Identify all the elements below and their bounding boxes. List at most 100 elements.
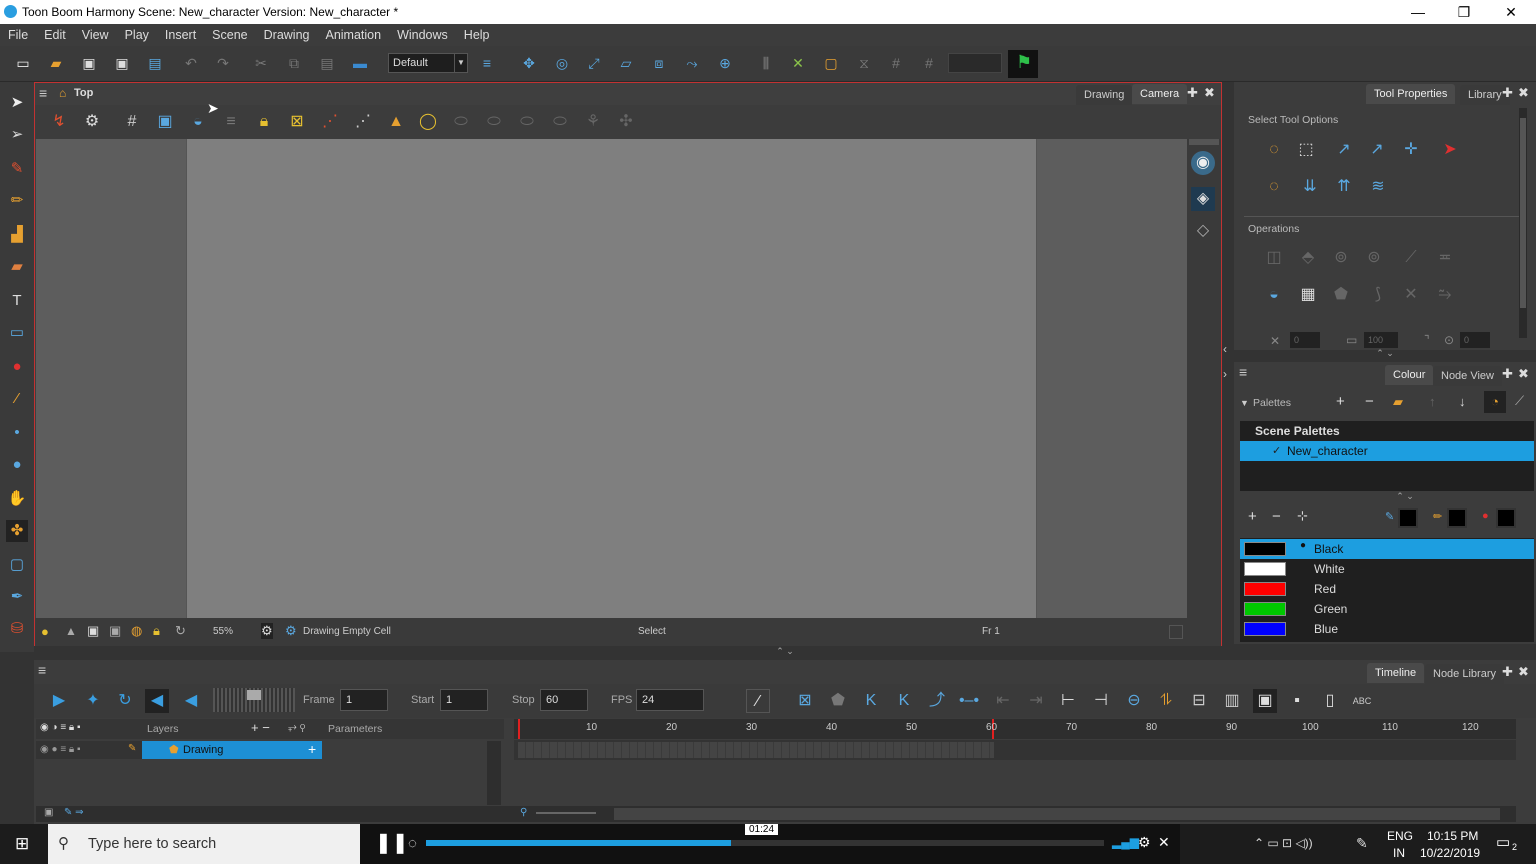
reset-view-icon[interactable]: ▲ (65, 624, 77, 638)
send-backward-icon[interactable]: ⇈ (1332, 175, 1356, 199)
import-icon[interactable]: ▤ (144, 52, 166, 74)
abc-icon[interactable]: ABC (1350, 689, 1374, 713)
distribute-icon[interactable]: ◒ (1262, 283, 1286, 307)
add-view-icon[interactable]: ✚ (1187, 85, 1198, 101)
text-tool-icon[interactable]: T (6, 290, 28, 312)
scale-icon[interactable]: ⤢ (583, 52, 605, 74)
snap-grid-icon[interactable]: # (918, 52, 940, 74)
palette-item[interactable]: ✓ New_character (1240, 441, 1534, 461)
palette-options-icon[interactable]: ⟋ (1515, 393, 1524, 409)
layer-toggles[interactable]: ◉ ● ≡ 🔒︎ ▪ ✎ (36, 741, 142, 759)
pencil-tool-icon[interactable]: ✏ (6, 190, 28, 212)
pen-tray-icon[interactable]: ✎ (1356, 835, 1368, 852)
pencil-color-icon[interactable]: ✏ (1433, 510, 1442, 523)
palette-folder-icon[interactable]: ▰ (1393, 394, 1403, 410)
select-by-color-icon[interactable]: ➤ (1438, 138, 1462, 162)
settings-gear-icon[interactable]: ⚙ (80, 110, 104, 134)
flip-horizontal-icon[interactable]: ◫ (1262, 246, 1286, 270)
frame-field[interactable]: 1 (340, 689, 388, 711)
ease-icon[interactable]: ⊠ (793, 689, 817, 713)
lasso-icon[interactable]: ◌ (1262, 138, 1286, 162)
windows-start-icon[interactable]: ⊞ (15, 834, 29, 854)
snap-grid-option-icon[interactable]: ✛ (1399, 138, 1423, 162)
grid-icon[interactable]: # (885, 52, 907, 74)
contour-editor-icon[interactable]: ➢ (6, 124, 28, 146)
status-square-icon[interactable] (1169, 625, 1183, 639)
add-texture-icon[interactable]: ⊹ (1297, 508, 1308, 524)
language[interactable]: ENG (1387, 829, 1413, 843)
add-panel-icon[interactable]: ✚ (1502, 85, 1513, 101)
animate-tool-icon[interactable]: ✤ (6, 520, 28, 542)
taskbar-search[interactable]: ⚲ Type here to search (48, 824, 360, 864)
layers-icon[interactable]: ◈ (1191, 187, 1215, 211)
layer-drawing[interactable]: ⬟ Drawing + (142, 741, 322, 759)
layer-options-icon[interactable]: ⥅ ⚲ (288, 721, 305, 734)
flatten-icon[interactable]: ≋ (1366, 175, 1390, 199)
select-tool-icon[interactable]: ➤ (6, 92, 28, 114)
rotate-cw-icon[interactable]: ⊚ (1362, 246, 1386, 270)
tab-tool-properties[interactable]: Tool Properties (1366, 84, 1456, 104)
clock-date[interactable]: 10/22/2019 (1420, 846, 1480, 860)
stop-field[interactable]: 60 (540, 689, 588, 711)
paint-tool-icon[interactable]: ● (6, 356, 28, 378)
tab-drawing[interactable]: Drawing (1076, 85, 1133, 105)
transform-icon[interactable]: ✥ (518, 52, 540, 74)
stamp-tool-icon[interactable]: ▟ (6, 224, 28, 246)
rotation-icon[interactable]: ⊙ (1444, 333, 1454, 347)
stop-motion-icon[interactable]: •–• (957, 689, 981, 713)
splitter-arrows-icon[interactable]: ⌃ ⌄ (1360, 348, 1410, 360)
play-selection-icon[interactable]: ✦ (81, 689, 105, 713)
flag-icon[interactable]: ⚑ (1008, 50, 1038, 78)
permanent-selection-icon[interactable]: ◌ (1262, 175, 1286, 199)
color-row[interactable]: ● Black (1240, 539, 1534, 559)
menu-windows[interactable]: Windows (389, 24, 456, 42)
square-icon[interactable]: ▭ (1346, 333, 1357, 347)
corner-icon[interactable]: ⌝ (1424, 333, 1430, 347)
menu-scene[interactable]: Scene (204, 24, 255, 42)
rotate-icon[interactable]: ◎ (551, 52, 573, 74)
video-progress-track[interactable] (426, 840, 1104, 846)
deform-icon[interactable]: ✕ (787, 52, 809, 74)
lightbulb-icon[interactable]: ● (41, 624, 49, 639)
restore-button[interactable]: ❐ (1449, 2, 1479, 22)
settings-gear-icon[interactable]: ⚙ (1138, 834, 1151, 851)
clock-time[interactable]: 10:15 PM (1427, 829, 1478, 843)
menu-edit[interactable]: Edit (36, 24, 74, 42)
new-scene-icon[interactable]: ▭ (12, 52, 34, 74)
delete-frame-icon[interactable]: ⊣ (1089, 689, 1113, 713)
fill-color-icon[interactable]: ● (1482, 510, 1489, 522)
width-field[interactable]: 0 (1290, 332, 1320, 348)
minimize-button[interactable]: — (1403, 2, 1433, 22)
reset-x-icon[interactable]: ✕ (1270, 334, 1280, 348)
color-row[interactable]: Green (1240, 599, 1534, 619)
hamburger-menu-icon[interactable]: ≡ (38, 662, 46, 678)
merge-icon[interactable]: ⥲ (1433, 283, 1457, 307)
skew-icon[interactable]: ▱ (615, 52, 637, 74)
timeline-cells[interactable] (514, 740, 1516, 760)
paint-bucket-icon[interactable]: ⛁ (6, 618, 28, 640)
small-square-icon[interactable]: ▪ (1285, 689, 1309, 713)
menu-view[interactable]: View (74, 24, 117, 42)
hand-tool-icon[interactable]: ✋ (6, 488, 28, 510)
bottom-pen-icon[interactable]: ✎ ⇒ (64, 807, 84, 818)
merge-cells-icon[interactable]: ▥ (1220, 689, 1244, 713)
close-panel-icon[interactable]: ✖ (1518, 664, 1529, 680)
palette-browser-icon[interactable]: ◔ (1484, 391, 1506, 413)
drawing-cycle-icon[interactable]: ⊖ (1122, 689, 1146, 713)
playhead[interactable] (518, 719, 520, 739)
create-template-icon[interactable]: ▦ (1296, 283, 1320, 307)
undo-icon[interactable]: ↶ (180, 52, 202, 74)
add-panel-icon[interactable]: ✚ (1502, 664, 1513, 680)
fill-color-swatch[interactable] (1496, 508, 1516, 528)
rename-icon[interactable]: ⥮ (1154, 689, 1178, 713)
pen-tool-icon[interactable]: ✒ (6, 586, 28, 608)
brush-color-swatch[interactable] (1398, 508, 1418, 528)
interpolation-icon[interactable]: ⁄ (746, 689, 770, 713)
add-color-icon[interactable]: + (1248, 508, 1257, 525)
insert-frame-icon[interactable]: ⊢ (1056, 689, 1080, 713)
frame-icon[interactable]: ▣ (87, 623, 99, 639)
bone-icon[interactable]: ⫼ (755, 52, 777, 74)
tab-node-view[interactable]: Node View (1433, 366, 1502, 386)
open-folder-icon[interactable]: ▰ (45, 52, 67, 74)
extend-exposure-icon[interactable]: ⊟ (1187, 689, 1211, 713)
